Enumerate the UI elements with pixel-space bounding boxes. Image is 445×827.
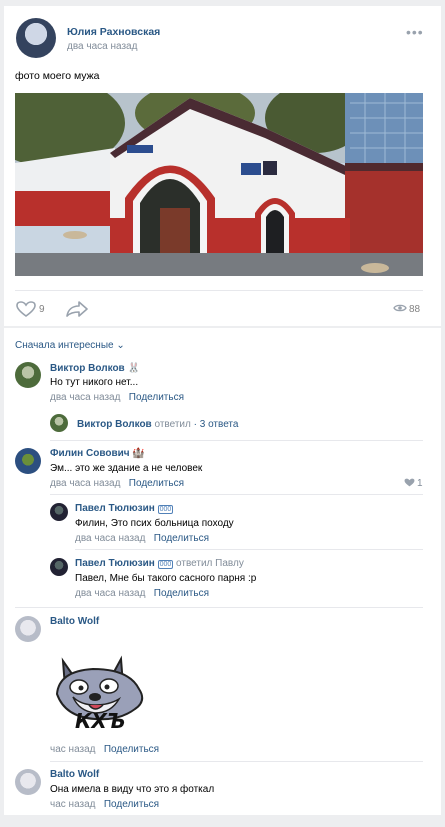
- comment-like-icon[interactable]: [404, 478, 415, 490]
- post-text: фото моего мужа: [15, 70, 100, 82]
- comments-card: Сначала интересные ⌄ Виктор Волков 🐰 Но …: [4, 328, 441, 815]
- reply-author-line: Павел Тюлюзин 000 ответил Павлу: [75, 558, 244, 569]
- like-icon[interactable]: [16, 301, 36, 320]
- author-avatar[interactable]: [16, 18, 56, 58]
- comment-time[interactable]: два часа назад: [50, 478, 120, 489]
- comment-author[interactable]: Balto Wolf: [50, 616, 99, 627]
- comment-divider: [50, 494, 423, 495]
- comment-author[interactable]: Balto Wolf: [50, 769, 99, 780]
- avatar[interactable]: [50, 503, 68, 521]
- reply-text: Павел, Мне бы такого сасного парня :p: [75, 573, 257, 584]
- avatar[interactable]: [15, 362, 41, 388]
- share-link[interactable]: Поделиться: [154, 533, 209, 544]
- post-time[interactable]: два часа назад: [67, 41, 137, 52]
- badge-icon: 000: [157, 560, 174, 569]
- avatar[interactable]: [15, 769, 41, 795]
- comment-author-line: Виктор Волков 🐰: [50, 363, 140, 374]
- share-link[interactable]: Поделиться: [104, 744, 159, 755]
- comment-text: Она имела в виду что это я фоткал: [50, 784, 215, 795]
- thread-action: ответил: [154, 419, 191, 430]
- comment-author-line: Balto Wolf: [50, 769, 99, 780]
- rabbit-emoji-icon: 🐰: [127, 363, 140, 374]
- like-count: 9: [39, 304, 45, 315]
- comment-time[interactable]: час назад: [50, 744, 96, 755]
- comment-like-count: 1: [417, 478, 423, 489]
- reply-to[interactable]: ответил Павлу: [176, 558, 244, 569]
- thread-author[interactable]: Виктор Волков: [77, 419, 152, 430]
- reply-meta: два часа назад Поделиться: [75, 588, 209, 599]
- post-author[interactable]: Юлия Рахновская: [67, 26, 160, 38]
- views-count: 88: [409, 304, 421, 315]
- avatar[interactable]: [50, 414, 68, 432]
- reply-author-line: Павел Тюлюзин 000: [75, 503, 174, 514]
- castle-emoji-icon: 🏰: [132, 448, 145, 459]
- reply-author[interactable]: Павел Тюлюзин: [75, 503, 155, 514]
- comment-divider: [50, 761, 423, 762]
- post-photo[interactable]: [15, 93, 423, 276]
- share-link[interactable]: Поделиться: [129, 478, 184, 489]
- reply-time[interactable]: два часа назад: [75, 588, 145, 599]
- comment-meta: два часа назад Поделиться: [50, 478, 184, 489]
- comment-text: Но тут никого нет...: [50, 377, 139, 388]
- comment-author[interactable]: Филин Совович: [50, 448, 130, 459]
- comment-time[interactable]: час назад: [50, 799, 96, 810]
- thread-summary[interactable]: Виктор Волков ответил · 3 ответа: [77, 419, 238, 430]
- thread-count[interactable]: · 3 ответа: [194, 419, 239, 430]
- comment-divider: [15, 607, 423, 608]
- badge-icon: 000: [157, 505, 174, 514]
- building-photo: [15, 93, 423, 276]
- reply-text: Филин, Это псих больница походу: [75, 518, 234, 529]
- reply-meta: два часа назад Поделиться: [75, 533, 209, 544]
- reply-author[interactable]: Павел Тюлюзин: [75, 558, 155, 569]
- comment-author[interactable]: Виктор Волков: [50, 363, 125, 374]
- sticker-caption: КХЪ: [75, 709, 126, 733]
- share-link[interactable]: Поделиться: [129, 392, 184, 403]
- comment-time[interactable]: два часа назад: [50, 392, 120, 403]
- chevron-down-icon: ⌄: [116, 340, 125, 351]
- comment-author-line: Balto Wolf: [50, 616, 99, 627]
- avatar[interactable]: [15, 616, 41, 642]
- reply-time[interactable]: два часа назад: [75, 533, 145, 544]
- comment-meta: час назад Поделиться: [50, 744, 159, 755]
- share-link[interactable]: Поделиться: [154, 588, 209, 599]
- sort-label: Сначала интересные: [15, 340, 114, 351]
- comment-divider: [50, 440, 423, 441]
- share-icon[interactable]: [66, 301, 88, 320]
- avatar[interactable]: [15, 448, 41, 474]
- share-link[interactable]: Поделиться: [104, 799, 159, 810]
- more-icon[interactable]: •••: [406, 24, 424, 40]
- avatar[interactable]: [50, 558, 68, 576]
- eye-icon: [393, 303, 407, 316]
- wolf-sticker[interactable]: КХЪ: [49, 639, 153, 735]
- post-divider: [15, 290, 423, 291]
- comment-author-line: Филин Совович 🏰: [50, 448, 145, 459]
- comment-meta: два часа назад Поделиться: [50, 392, 184, 403]
- comment-text: Эм... это же здание а не человек: [50, 463, 203, 474]
- comment-meta: час назад Поделиться: [50, 799, 159, 810]
- post-card: Юлия Рахновская два часа назад ••• фото …: [4, 6, 441, 326]
- comment-divider: [75, 549, 423, 550]
- sort-dropdown[interactable]: Сначала интересные ⌄: [15, 340, 125, 351]
